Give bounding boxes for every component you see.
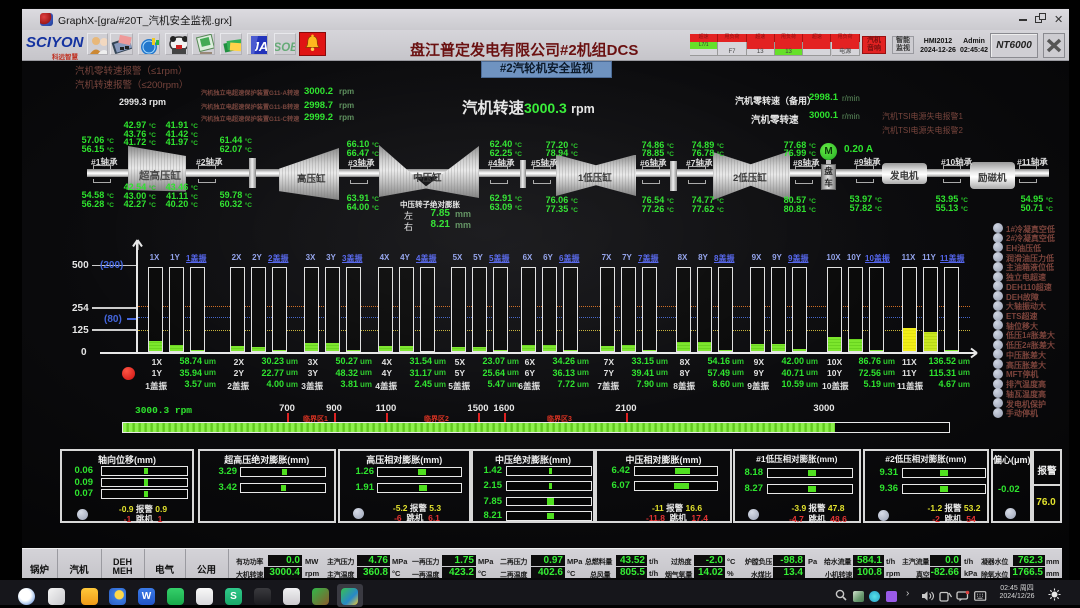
svg-text:SOB: SOB xyxy=(275,42,296,54)
